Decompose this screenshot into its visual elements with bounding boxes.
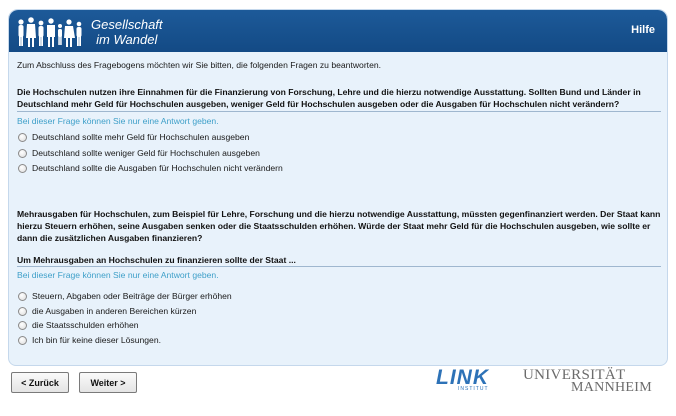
q1-option-more-label: Deutschland sollte mehr Geld für Hochsch… [32, 132, 250, 142]
intro-text: Zum Abschluss des Fragebogens möchten wi… [17, 60, 382, 70]
logo-text: Gesellschaft im Wandel [91, 17, 163, 47]
q2-option-cut-spending-radio[interactable] [18, 306, 27, 316]
help-link[interactable]: Hilfe [631, 24, 655, 36]
q1-option-unchanged[interactable]: Deutschland sollte die Ausgaben für Hoch… [18, 163, 283, 173]
question-2-text: Mehrausgaben für Hochschulen, zum Beispi… [17, 209, 661, 243]
uni-logo-line-2: MANNHEIM [571, 380, 652, 395]
q2-option-cut-spending[interactable]: die Ausgaben in anderen Bereichen kürzen [18, 306, 196, 316]
q1-option-less[interactable]: Deutschland sollte weniger Geld für Hoch… [18, 148, 260, 158]
header-bar: Gesellschaft im Wandel Hilfe [9, 10, 667, 52]
question-2-divider [17, 266, 661, 267]
q2-option-none[interactable]: Ich bin für keine dieser Lösungen. [18, 335, 161, 345]
question-2-subtitle: Um Mehrausgaben an Hochschulen zu finanz… [17, 255, 296, 265]
q1-option-less-radio[interactable] [18, 148, 27, 158]
question-2-hint: Bei dieser Frage können Sie nur eine Ant… [17, 270, 219, 280]
logo-line-2: im Wandel [96, 32, 158, 47]
question-1-divider [17, 111, 661, 112]
q2-option-debt[interactable]: die Staatsschulden erhöhen [18, 320, 139, 330]
question-1-text: Die Hochschulen nutzen ihre Einnahmen fü… [17, 87, 641, 109]
back-button[interactable]: < Zurück [11, 372, 69, 393]
link-institut-logo: LINK INSTITUT [436, 366, 500, 394]
q1-option-unchanged-radio[interactable] [18, 163, 27, 173]
survey-content: Zum Abschluss des Fragebogens möchten wi… [9, 52, 667, 365]
link-logo-subtext: INSTITUT [458, 386, 489, 392]
q2-option-taxes[interactable]: Steuern, Abgaben oder Beiträge der Bürge… [18, 291, 232, 301]
q1-option-more[interactable]: Deutschland sollte mehr Geld für Hochsch… [18, 132, 249, 142]
logo-line-1: Gesellschaft [91, 17, 163, 32]
q2-option-none-radio[interactable] [18, 335, 27, 345]
people-silhouettes-icon [18, 17, 82, 47]
q2-option-cut-spending-label: die Ausgaben in anderen Bereichen kürzen [32, 306, 197, 316]
q1-option-more-radio[interactable] [18, 132, 27, 142]
question-1-hint: Bei dieser Frage können Sie nur eine Ant… [17, 116, 219, 126]
next-button[interactable]: Weiter > [79, 372, 137, 393]
q1-option-unchanged-label: Deutschland sollte die Ausgaben für Hoch… [32, 163, 283, 173]
q2-option-none-label: Ich bin für keine dieser Lösungen. [32, 335, 161, 345]
q1-option-less-label: Deutschland sollte weniger Geld für Hoch… [32, 148, 260, 158]
q2-option-debt-radio[interactable] [18, 320, 27, 330]
gesellschaft-im-wandel-logo: Gesellschaft im Wandel [15, 12, 165, 52]
q2-option-taxes-radio[interactable] [18, 291, 27, 301]
universitaet-mannheim-logo: UNIVERSITÄT MANNHEIM [523, 367, 663, 397]
q2-option-debt-label: die Staatsschulden erhöhen [32, 320, 139, 330]
q2-option-taxes-label: Steuern, Abgaben oder Beiträge der Bürge… [32, 291, 232, 301]
survey-panel: Gesellschaft im Wandel Hilfe Zum Abschlu… [8, 9, 668, 366]
